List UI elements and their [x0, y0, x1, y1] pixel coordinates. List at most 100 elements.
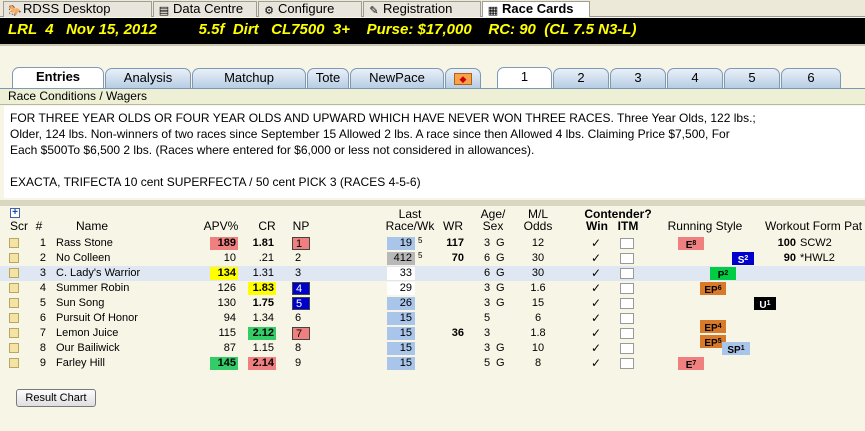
win-check-icon[interactable]: ✓: [591, 282, 601, 294]
scratch-checkbox[interactable]: [9, 253, 19, 263]
itm-checkbox[interactable]: [620, 358, 634, 369]
col-race-wk[interactable]: Race/Wk: [384, 220, 436, 232]
race-wk-value: [418, 326, 428, 341]
tab-race-cards[interactable]: ▦ Race Cards: [482, 1, 590, 17]
itm-checkbox[interactable]: [620, 298, 634, 309]
col-sex[interactable]: Sex: [478, 220, 508, 232]
sex-value: G: [496, 252, 505, 264]
scratch-checkbox[interactable]: [9, 298, 19, 308]
cr-value: 1.83: [248, 282, 276, 295]
col-workout[interactable]: Workout Form Pat: [765, 220, 865, 232]
table-row[interactable]: 8 Our Bailiwick 87 1.15 8 15 3 G 10 ✓ SP1: [0, 341, 865, 356]
horse-name[interactable]: C. Lady's Warrior: [56, 266, 196, 281]
table-row[interactable]: 5 Sun Song 130 1.75 5 26 3 G 15 ✓ U1: [0, 296, 865, 311]
scratch-checkbox[interactable]: [9, 238, 19, 248]
scratch-checkbox[interactable]: [9, 358, 19, 368]
scratch-checkbox[interactable]: [9, 328, 19, 338]
apv-value: 130: [217, 297, 236, 309]
itm-checkbox[interactable]: [620, 328, 634, 339]
table-row[interactable]: 7 Lemon Juice 115 2.12 7 15 36 3 1.8 ✓ EP4 EP5: [0, 320, 865, 349]
win-check-icon[interactable]: ✓: [591, 252, 601, 264]
race-tab-3[interactable]: 3: [610, 68, 666, 88]
win-check-icon[interactable]: ✓: [591, 312, 601, 324]
race-tab-1[interactable]: 1: [497, 67, 552, 88]
horse-name[interactable]: Sun Song: [56, 296, 196, 311]
tab-newpace[interactable]: NewPace: [350, 68, 444, 88]
table-row[interactable]: 9 Farley Hill 145 2.14 9 15 5 G 8 ✓ E7: [0, 356, 865, 371]
workout-number: [776, 326, 796, 341]
col-win[interactable]: Win: [584, 220, 610, 232]
table-row[interactable]: 1 Rass Stone 189 1.81 1 19 5 117 3 G 12 ✓ E8 100 SCW2: [0, 236, 865, 251]
horse-name[interactable]: Farley Hill: [56, 356, 196, 371]
apv-value: 115: [218, 327, 236, 339]
horse-name[interactable]: Rass Stone: [56, 236, 196, 251]
col-apv[interactable]: APV%: [198, 220, 244, 232]
itm-checkbox[interactable]: [620, 238, 634, 249]
workout-pattern: [800, 266, 864, 281]
result-chart-button[interactable]: Result Chart: [16, 389, 96, 407]
tab-configure[interactable]: ⚙ Configure: [258, 1, 362, 17]
itm-checkbox[interactable]: [620, 343, 634, 354]
gear-icon: ⚙: [264, 5, 274, 17]
col-cr[interactable]: CR: [254, 220, 280, 232]
table-row[interactable]: 6 Pursuit Of Honor 94 1.34 6 15 5 6 ✓: [0, 311, 865, 326]
scratch-checkbox[interactable]: [9, 268, 19, 278]
age-value: 3: [484, 237, 491, 249]
col-itm[interactable]: ITM: [614, 220, 642, 232]
table-row[interactable]: 2 No Colleen 10 .21 2 412 5 70 6 G 30 ✓ S2 90 *HWL2: [0, 251, 865, 266]
itm-checkbox[interactable]: [620, 283, 634, 294]
col-scr[interactable]: Scr: [7, 220, 31, 232]
sex-value: [496, 326, 506, 341]
win-check-icon[interactable]: ✓: [591, 297, 601, 309]
col-num[interactable]: #: [32, 220, 46, 232]
workout-number: [776, 356, 796, 371]
cr-value: 1.81: [252, 237, 274, 249]
tab-rdss-desktop[interactable]: 🐎RDSS Desktop: [3, 1, 152, 17]
horse-name[interactable]: No Colleen: [56, 251, 196, 266]
win-check-icon[interactable]: ✓: [591, 237, 601, 249]
win-check-icon[interactable]: ✓: [591, 357, 601, 369]
cr-value: 1.75: [252, 297, 274, 309]
tab-registration[interactable]: ✎ Registration: [363, 1, 481, 17]
col-np[interactable]: NP: [288, 220, 314, 232]
ml-odds-value: 15: [531, 297, 545, 309]
scratch-checkbox[interactable]: [9, 283, 19, 293]
workout-number: 100: [777, 237, 796, 249]
tab-entries[interactable]: Entries: [12, 67, 104, 88]
tab-data-centre[interactable]: ▤ Data Centre: [153, 1, 257, 17]
horse-name[interactable]: Our Bailiwick: [56, 341, 196, 356]
scratch-checkbox[interactable]: [9, 313, 19, 323]
tab-special[interactable]: ◆: [445, 68, 481, 88]
itm-checkbox[interactable]: [620, 313, 634, 324]
tab-analysis[interactable]: Analysis: [105, 68, 191, 88]
workout-pattern: [800, 341, 864, 356]
ml-odds-value: 1.6: [530, 282, 546, 294]
win-check-icon[interactable]: ✓: [591, 267, 601, 279]
horse-name[interactable]: Lemon Juice: [56, 326, 196, 341]
race-wk-value: [418, 311, 428, 326]
race-tab-6[interactable]: 6: [781, 68, 841, 88]
expand-icon[interactable]: +: [10, 208, 20, 218]
win-check-icon[interactable]: ✓: [591, 342, 601, 354]
wr-value: [440, 356, 464, 371]
race-tab-2[interactable]: 2: [553, 68, 609, 88]
horse-name[interactable]: Pursuit Of Honor: [56, 311, 196, 326]
table-row[interactable]: 3 C. Lady's Warrior 134 1.31 3 33 6 G 30 ✓ P2: [0, 266, 865, 281]
col-running-style[interactable]: Running Style: [664, 220, 746, 232]
col-wr[interactable]: WR: [440, 220, 466, 232]
col-name[interactable]: Name: [72, 220, 112, 232]
col-odds[interactable]: Odds: [520, 220, 556, 232]
itm-checkbox[interactable]: [620, 253, 634, 264]
table-row[interactable]: 4 Summer Robin 126 1.83 4 29 3 G 1.6 ✓ EP6: [0, 281, 865, 296]
win-check-icon[interactable]: ✓: [591, 327, 601, 339]
itm-checkbox[interactable]: [620, 268, 634, 279]
running-style-badge: P2: [710, 267, 736, 281]
tab-matchup[interactable]: Matchup: [192, 68, 306, 88]
horse-number: 3: [39, 267, 46, 279]
race-tab-5[interactable]: 5: [724, 68, 780, 88]
tab-tote[interactable]: Tote: [307, 68, 349, 88]
race-tab-4[interactable]: 4: [667, 68, 723, 88]
horse-name[interactable]: Summer Robin: [56, 281, 196, 296]
condition-line: [10, 158, 859, 174]
scratch-checkbox[interactable]: [9, 343, 19, 353]
